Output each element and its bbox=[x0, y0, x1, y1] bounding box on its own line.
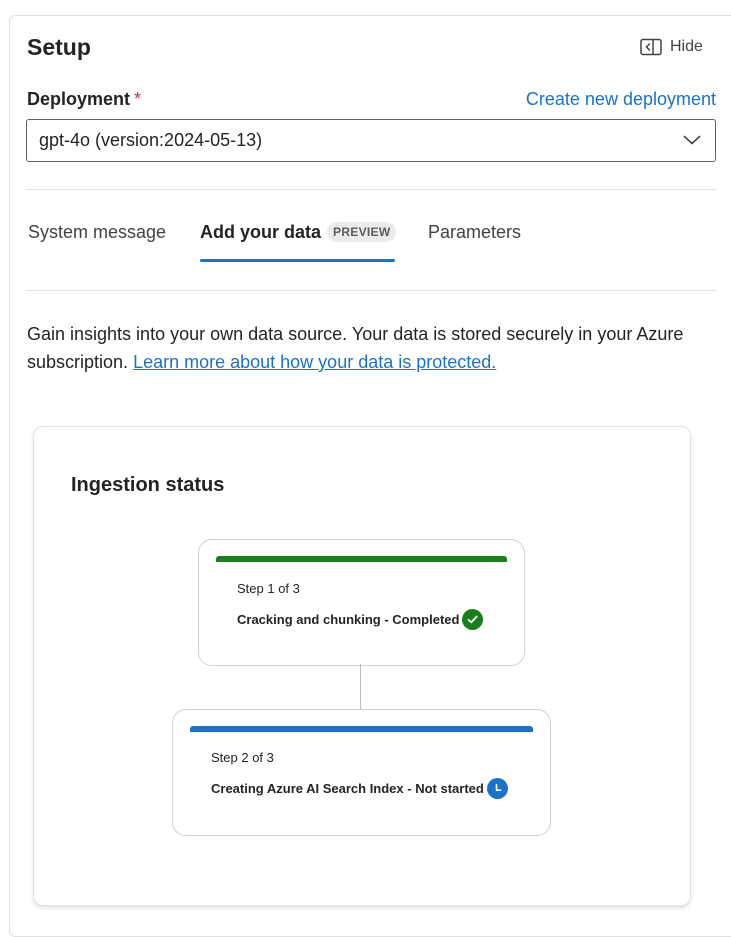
deployment-label-text: Deployment bbox=[27, 89, 131, 109]
step-progress-bar bbox=[190, 726, 533, 732]
active-tab-indicator bbox=[200, 259, 395, 262]
ingestion-step-1: Step 1 of 3 Cracking and chunking - Comp… bbox=[198, 539, 525, 666]
tab-parameters[interactable]: Parameters bbox=[428, 222, 521, 243]
required-marker: * bbox=[134, 89, 142, 109]
description: Gain insights into your own data source.… bbox=[27, 320, 722, 376]
divider bbox=[26, 290, 716, 291]
tab-add-your-data[interactable]: Add your data PREVIEW bbox=[200, 222, 397, 243]
collapse-panel-icon bbox=[640, 38, 662, 56]
preview-badge: PREVIEW bbox=[327, 222, 397, 242]
hide-label: Hide bbox=[670, 38, 703, 55]
checkmark-circle-icon bbox=[462, 609, 484, 630]
divider bbox=[26, 189, 716, 190]
create-new-deployment-link[interactable]: Create new deployment bbox=[526, 89, 716, 110]
step-status-text: Creating Azure AI Search Index - Not sta… bbox=[211, 781, 484, 796]
step-status-text: Cracking and chunking - Completed bbox=[237, 612, 460, 627]
step-connector bbox=[360, 664, 361, 710]
page-title: Setup bbox=[27, 34, 91, 60]
ingestion-step-2: Step 2 of 3 Creating Azure AI Search Ind… bbox=[172, 709, 551, 836]
tab-system-message[interactable]: System message bbox=[28, 222, 166, 243]
step-status: Creating Azure AI Search Index - Not sta… bbox=[211, 778, 508, 799]
chevron-down-icon bbox=[683, 132, 701, 150]
hide-button[interactable]: Hide bbox=[640, 38, 703, 56]
step-number: Step 1 of 3 bbox=[237, 581, 300, 596]
step-status: Cracking and chunking - Completed bbox=[237, 609, 484, 630]
step-progress-bar bbox=[216, 556, 507, 562]
step-number: Step 2 of 3 bbox=[211, 750, 274, 765]
deployment-dropdown[interactable]: gpt-4o (version:2024-05-13) bbox=[26, 119, 716, 162]
ingestion-status-title: Ingestion status bbox=[71, 474, 225, 496]
clock-icon bbox=[486, 778, 508, 799]
learn-more-link[interactable]: Learn more about how your data is protec… bbox=[133, 352, 496, 372]
tab-add-your-data-label: Add your data bbox=[200, 222, 322, 242]
deployment-label: Deployment * bbox=[27, 89, 141, 110]
deployment-selected-value: gpt-4o (version:2024-05-13) bbox=[39, 130, 263, 150]
